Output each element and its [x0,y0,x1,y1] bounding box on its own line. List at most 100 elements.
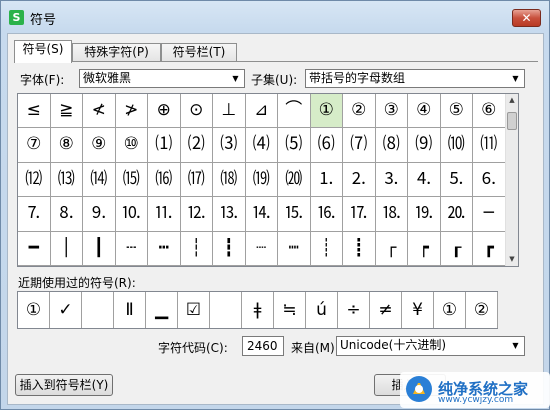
symbol-cell[interactable]: ⑽ [440,128,473,163]
symbol-cell[interactable]: ⒛ [440,197,473,232]
recent-symbol-cell[interactable]: ≠ [370,292,402,328]
symbol-cell[interactable]: ━ [18,231,51,266]
font-select[interactable]: 微软雅黑 ▼ [79,69,245,88]
symbol-cell[interactable]: ⒑ [115,197,148,232]
symbol-cell[interactable]: ┎ [440,231,473,266]
tab-symbol-bar[interactable]: 符号栏(T) [161,43,237,62]
recent-symbol-cell[interactable]: ▁ [146,292,178,328]
symbol-cell[interactable]: ⒎ [18,197,51,232]
symbol-cell[interactable]: ⒉ [343,162,376,198]
symbol-cell[interactable]: ⑸ [278,128,311,163]
recent-symbol-cell[interactable]: Ⅱ [114,292,146,328]
symbol-cell[interactable]: ⑥ [473,94,506,129]
symbol-cell[interactable]: ⒋ [408,162,441,198]
symbol-cell[interactable]: ⒌ [440,162,473,198]
symbol-cell[interactable]: ⊙ [180,94,213,129]
symbol-cell[interactable]: ┃ [83,231,116,266]
symbol-cell[interactable]: ┄ [115,231,148,266]
symbol-cell[interactable]: ⒗ [310,197,343,232]
recent-symbol-cell[interactable]: ① [434,292,466,328]
symbol-cell[interactable]: ⊕ [148,94,181,129]
insert-to-symbol-bar-button[interactable]: 插入到符号栏(Y) [15,374,113,396]
recent-symbol-cell[interactable]: ÷ [338,292,370,328]
symbol-cell[interactable]: ┅ [148,231,181,266]
close-button[interactable]: ✕ [512,9,541,27]
symbol-cell[interactable]: ⒏ [50,197,83,232]
symbol-cell[interactable]: ⒚ [408,197,441,232]
symbol-cell[interactable]: ┇ [213,231,246,266]
symbol-cell[interactable]: ③ [375,94,408,129]
symbol-grid-scrollbar[interactable]: ▲ ▼ [505,94,518,266]
symbol-cell[interactable]: ⒍ [473,162,506,198]
symbol-cell[interactable]: ⒊ [375,162,408,198]
recent-symbol-cell[interactable]: ¥ [402,292,434,328]
symbol-cell[interactable]: ⑹ [310,128,343,163]
symbol-cell[interactable]: ⑼ [408,128,441,163]
symbol-cell[interactable]: ⌒ [278,94,311,129]
symbol-cell[interactable]: ⒙ [375,197,408,232]
tab-symbols[interactable]: 符号(S) [14,40,72,63]
symbol-cell[interactable]: ② [343,94,376,129]
symbol-cell[interactable]: ⒃ [148,162,181,198]
symbol-cell[interactable]: ┊ [310,231,343,266]
symbol-cell[interactable]: ⑻ [375,128,408,163]
symbol-cell[interactable]: ─ [473,197,506,232]
symbol-cell[interactable]: │ [50,231,83,266]
char-code-input[interactable]: 2460 [242,336,284,356]
symbol-cell[interactable]: ┍ [408,231,441,266]
symbol-cell[interactable]: ⑾ [473,128,506,163]
symbol-cell[interactable]: ⒘ [343,197,376,232]
symbol-cell[interactable]: ≮ [83,94,116,129]
symbol-cell[interactable]: ⒂ [115,162,148,198]
recent-symbol-cell[interactable]: ú [306,292,338,328]
symbol-cell[interactable]: ⑷ [245,128,278,163]
symbol-cell[interactable]: ⒈ [310,162,343,198]
symbol-cell[interactable]: ┆ [180,231,213,266]
symbol-cell[interactable]: ⒆ [245,162,278,198]
symbol-cell[interactable]: ⑧ [50,128,83,163]
symbol-cell[interactable]: ≤ [18,94,51,129]
recent-symbol-cell[interactable]: ① [18,292,50,328]
symbol-cell[interactable]: ⒐ [83,197,116,232]
symbol-cell[interactable]: ⑴ [148,128,181,163]
symbol-cell[interactable]: ⒄ [180,162,213,198]
symbol-cell[interactable]: ⑦ [18,128,51,163]
symbol-cell[interactable]: ≯ [115,94,148,129]
symbol-cell[interactable]: ⒓ [180,197,213,232]
scroll-down-icon[interactable]: ▼ [506,253,518,266]
symbol-cell[interactable]: ④ [408,94,441,129]
recent-symbol-cell[interactable]: ǂ [242,292,274,328]
recent-symbol-cell[interactable]: ✓ [50,292,82,328]
symbol-cell[interactable]: ┏ [473,231,506,266]
symbol-cell[interactable]: ≧ [50,94,83,129]
symbol-cell[interactable]: ⒅ [213,162,246,198]
symbol-cell[interactable]: ⒕ [245,197,278,232]
symbol-cell[interactable]: ⑤ [440,94,473,129]
symbol-cell[interactable]: ┋ [343,231,376,266]
symbol-cell[interactable]: ① [310,94,343,129]
symbol-cell[interactable]: ┉ [278,231,311,266]
symbol-cell[interactable]: ⒖ [278,197,311,232]
symbol-cell[interactable]: ┈ [245,231,278,266]
symbol-cell[interactable]: ⒇ [278,162,311,198]
tab-special-chars[interactable]: 特殊字符(P) [72,43,161,62]
recent-symbol-cell[interactable]: ② [466,292,498,328]
symbol-cell[interactable]: ⒁ [83,162,116,198]
scrollbar-thumb[interactable] [507,112,517,130]
symbol-cell[interactable]: ⒔ [213,197,246,232]
symbol-cell[interactable]: ⑨ [83,128,116,163]
symbol-cell[interactable]: ⊿ [245,94,278,129]
recent-symbol-cell[interactable] [82,292,114,328]
symbol-cell[interactable]: ⊥ [213,94,246,129]
encoding-select[interactable]: Unicode(十六进制) ▼ [336,336,525,356]
symbol-cell[interactable]: ⑩ [115,128,148,163]
recent-symbol-cell[interactable]: ☑ [178,292,210,328]
recent-symbol-cell[interactable] [210,292,242,328]
symbol-cell[interactable]: ⑵ [180,128,213,163]
recent-symbol-cell[interactable]: ≒ [274,292,306,328]
symbol-cell[interactable]: ⒀ [50,162,83,198]
subset-select[interactable]: 带括号的字母数组 ▼ [305,69,525,88]
symbol-cell[interactable]: ⒒ [148,197,181,232]
symbol-cell[interactable]: ⑶ [213,128,246,163]
symbol-cell[interactable]: ⑺ [343,128,376,163]
